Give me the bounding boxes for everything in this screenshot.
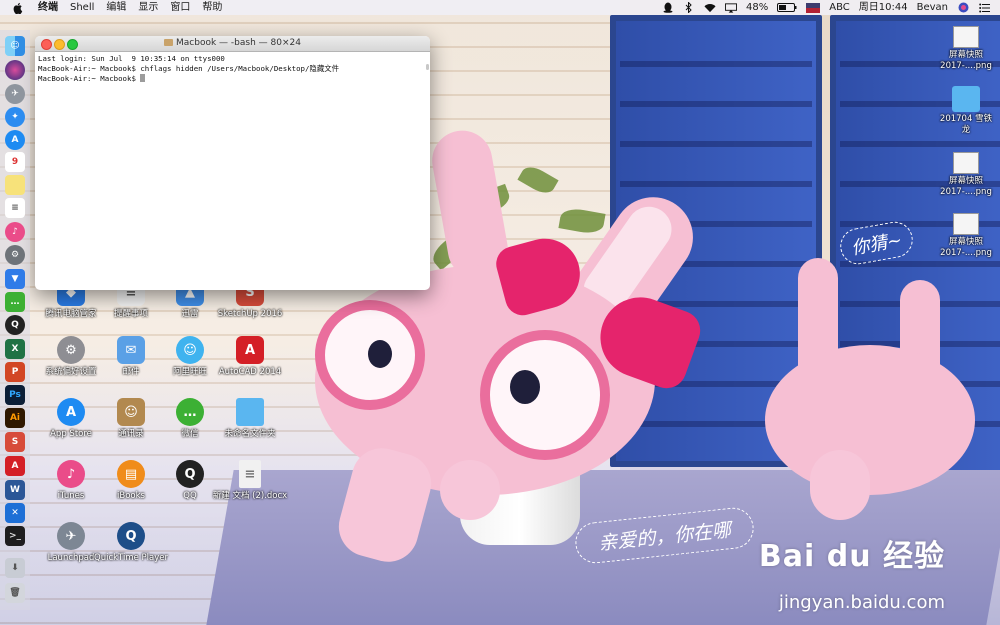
dock-finder-icon[interactable]: ☺ <box>5 36 25 56</box>
desktop-folder-201704[interactable]: 201704 雪铁龙 <box>936 86 996 136</box>
dock-downloads-icon[interactable]: ⬇ <box>5 558 25 578</box>
terminal-line: Last login: Sun Jul 9 10:35:14 on ttys00… <box>38 54 225 63</box>
menu-shell[interactable]: Shell <box>70 0 94 15</box>
menu-window[interactable]: 窗口 <box>170 0 190 15</box>
menu-help[interactable]: 帮助 <box>202 0 222 15</box>
dock-autocad-icon[interactable]: A <box>5 456 25 476</box>
dock-siri-icon[interactable] <box>5 60 25 80</box>
menu-view[interactable]: 显示 <box>138 0 158 15</box>
dock-illustrator-icon[interactable]: Ai <box>5 408 25 428</box>
desktop-icon-untitled-folder[interactable]: 未命名文件夹 <box>210 398 290 440</box>
terminal-cursor <box>140 74 146 82</box>
aliwangwang-icon: ☺ <box>176 336 204 364</box>
home-folder-icon <box>164 39 174 46</box>
dock-excel-icon[interactable]: X <box>5 339 25 359</box>
notification-center-icon[interactable] <box>978 3 990 13</box>
dock-sketchup-icon[interactable]: S <box>5 432 25 452</box>
dock-shield-icon[interactable]: ▼ <box>5 269 25 289</box>
terminal-titlebar[interactable]: Macbook — -bash — 80×24 <box>35 36 430 52</box>
qq-icon: Q <box>176 460 204 488</box>
ibooks-icon: ▤ <box>117 460 145 488</box>
screenshot-file-icon <box>953 152 979 174</box>
apple-menu-icon[interactable] <box>10 0 26 15</box>
itunes-icon: ♪ <box>57 460 85 488</box>
bluetooth-icon[interactable] <box>683 2 695 13</box>
desktop-file-screenshot-3[interactable]: 屏幕快照 2017-....png <box>936 213 996 259</box>
dock-app-store-icon[interactable]: A <box>5 130 25 150</box>
siri-icon[interactable] <box>957 2 969 13</box>
dock-xcode-icon[interactable]: ✕ <box>5 503 25 523</box>
dock-safari-icon[interactable]: ✦ <box>5 107 25 127</box>
terminal-output[interactable]: Last login: Sun Jul 9 10:35:14 on ttys00… <box>35 52 430 86</box>
desktop-icon-document[interactable]: ≡ 新建 文档 (2).docx <box>210 460 290 502</box>
wifi-icon[interactable] <box>704 3 716 13</box>
terminal-prompt: MacBook-Air:~ Macbook$ <box>38 74 141 83</box>
user-name[interactable]: Bevan <box>917 0 948 15</box>
folder-icon <box>952 86 980 112</box>
dock: ☺ ✈ ✦ A 9 ≡ ♪ ⚙ ▼ … Q X P Ps Ai S A W ✕ … <box>0 30 30 610</box>
terminal-line: MacBook-Air:~ Macbook$ chflags hidden /U… <box>38 64 339 73</box>
dock-reminders-icon[interactable]: ≡ <box>5 198 25 218</box>
terminal-title: Macbook — -bash — 80×24 <box>35 36 430 51</box>
desktop-file-screenshot-1[interactable]: 屏幕快照 2017-....png <box>936 26 996 72</box>
battery-percentage[interactable]: 48% <box>746 0 768 15</box>
folder-icon <box>236 398 264 426</box>
mail-icon: ✉ <box>117 336 145 364</box>
desktop-icon-autocad[interactable]: A AutoCAD 2014 <box>210 336 290 378</box>
baidu-watermark-url: jingyan.baidu.com <box>778 592 945 613</box>
menu-edit[interactable]: 编辑 <box>106 0 126 15</box>
screenshot-file-icon <box>953 213 979 235</box>
contacts-icon: ☺ <box>117 398 145 426</box>
menu-app-name[interactable]: 终端 <box>38 0 58 15</box>
wechat-icon: … <box>176 398 204 426</box>
dock-launchpad-icon[interactable]: ✈ <box>5 84 25 104</box>
terminal-scrollbar[interactable] <box>426 64 429 70</box>
baidu-watermark-logo: Bai du 经验 <box>758 539 945 574</box>
battery-icon[interactable] <box>777 3 797 13</box>
dock-word-icon[interactable]: W <box>5 480 25 500</box>
dock-trash-icon[interactable]: 🗑 <box>5 583 25 603</box>
input-source-flag-icon[interactable] <box>806 2 821 13</box>
desktop-file-screenshot-2[interactable]: 屏幕快照 2017-....png <box>936 152 996 198</box>
autocad-icon: A <box>236 336 264 364</box>
qq-status-icon[interactable] <box>662 2 674 13</box>
dock-qq-icon[interactable]: Q <box>5 315 25 335</box>
launchpad-icon: ✈ <box>57 522 85 550</box>
dock-powerpoint-icon[interactable]: P <box>5 362 25 382</box>
terminal-window[interactable]: Macbook — -bash — 80×24 Last login: Sun … <box>35 36 430 290</box>
dock-notes-icon[interactable] <box>5 175 25 195</box>
dock-system-preferences-icon[interactable]: ⚙ <box>5 245 25 265</box>
clock[interactable]: 周日10:44 <box>859 0 908 15</box>
dock-itunes-icon[interactable]: ♪ <box>5 222 25 242</box>
document-icon: ≡ <box>239 460 261 488</box>
dock-terminal-icon[interactable]: >_ <box>5 526 25 546</box>
screenshot-file-icon <box>953 26 979 48</box>
app-store-icon: A <box>57 398 85 426</box>
dock-calendar-icon[interactable]: 9 <box>5 152 25 172</box>
dock-wechat-icon[interactable]: … <box>5 292 25 312</box>
desktop-icon-quicktime[interactable]: Q QuickTime Player <box>91 522 171 564</box>
system-preferences-icon: ⚙ <box>57 336 85 364</box>
menu-bar: 终端 Shell 编辑 显示 窗口 帮助 48% ABC 周日10:44 Bev… <box>0 0 1000 15</box>
airplay-icon[interactable] <box>725 2 738 13</box>
dock-photoshop-icon[interactable]: Ps <box>5 385 25 405</box>
input-method[interactable]: ABC <box>829 0 850 15</box>
quicktime-icon: Q <box>117 522 145 550</box>
